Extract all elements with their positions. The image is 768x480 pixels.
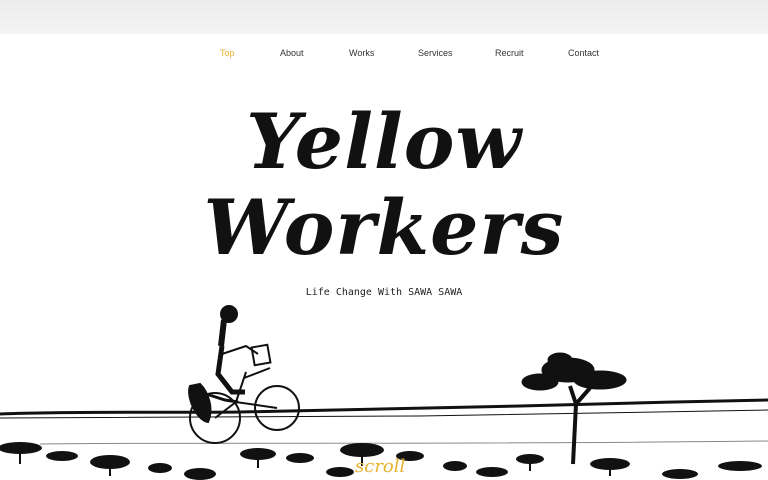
main-navigation: Top About Works Services Recruit Contact <box>0 34 768 74</box>
cyclist-figure <box>188 305 300 444</box>
hero-title-line1: Yellow <box>246 97 522 186</box>
top-band <box>0 0 768 34</box>
savanna-illustration <box>0 305 768 480</box>
nav-item-top[interactable]: Top <box>220 48 235 58</box>
nav-item-works[interactable]: Works <box>349 48 374 58</box>
nav-item-about[interactable]: About <box>280 48 304 58</box>
hero-title-line2: Workers <box>203 183 565 272</box>
nav-item-services[interactable]: Services <box>418 48 453 58</box>
nav-item-recruit[interactable]: Recruit <box>495 48 524 58</box>
ground-lines <box>0 398 768 445</box>
nav-item-contact[interactable]: Contact <box>568 48 599 58</box>
acacia-tree <box>521 352 627 465</box>
scroll-indicator[interactable]: scroll <box>355 456 405 477</box>
